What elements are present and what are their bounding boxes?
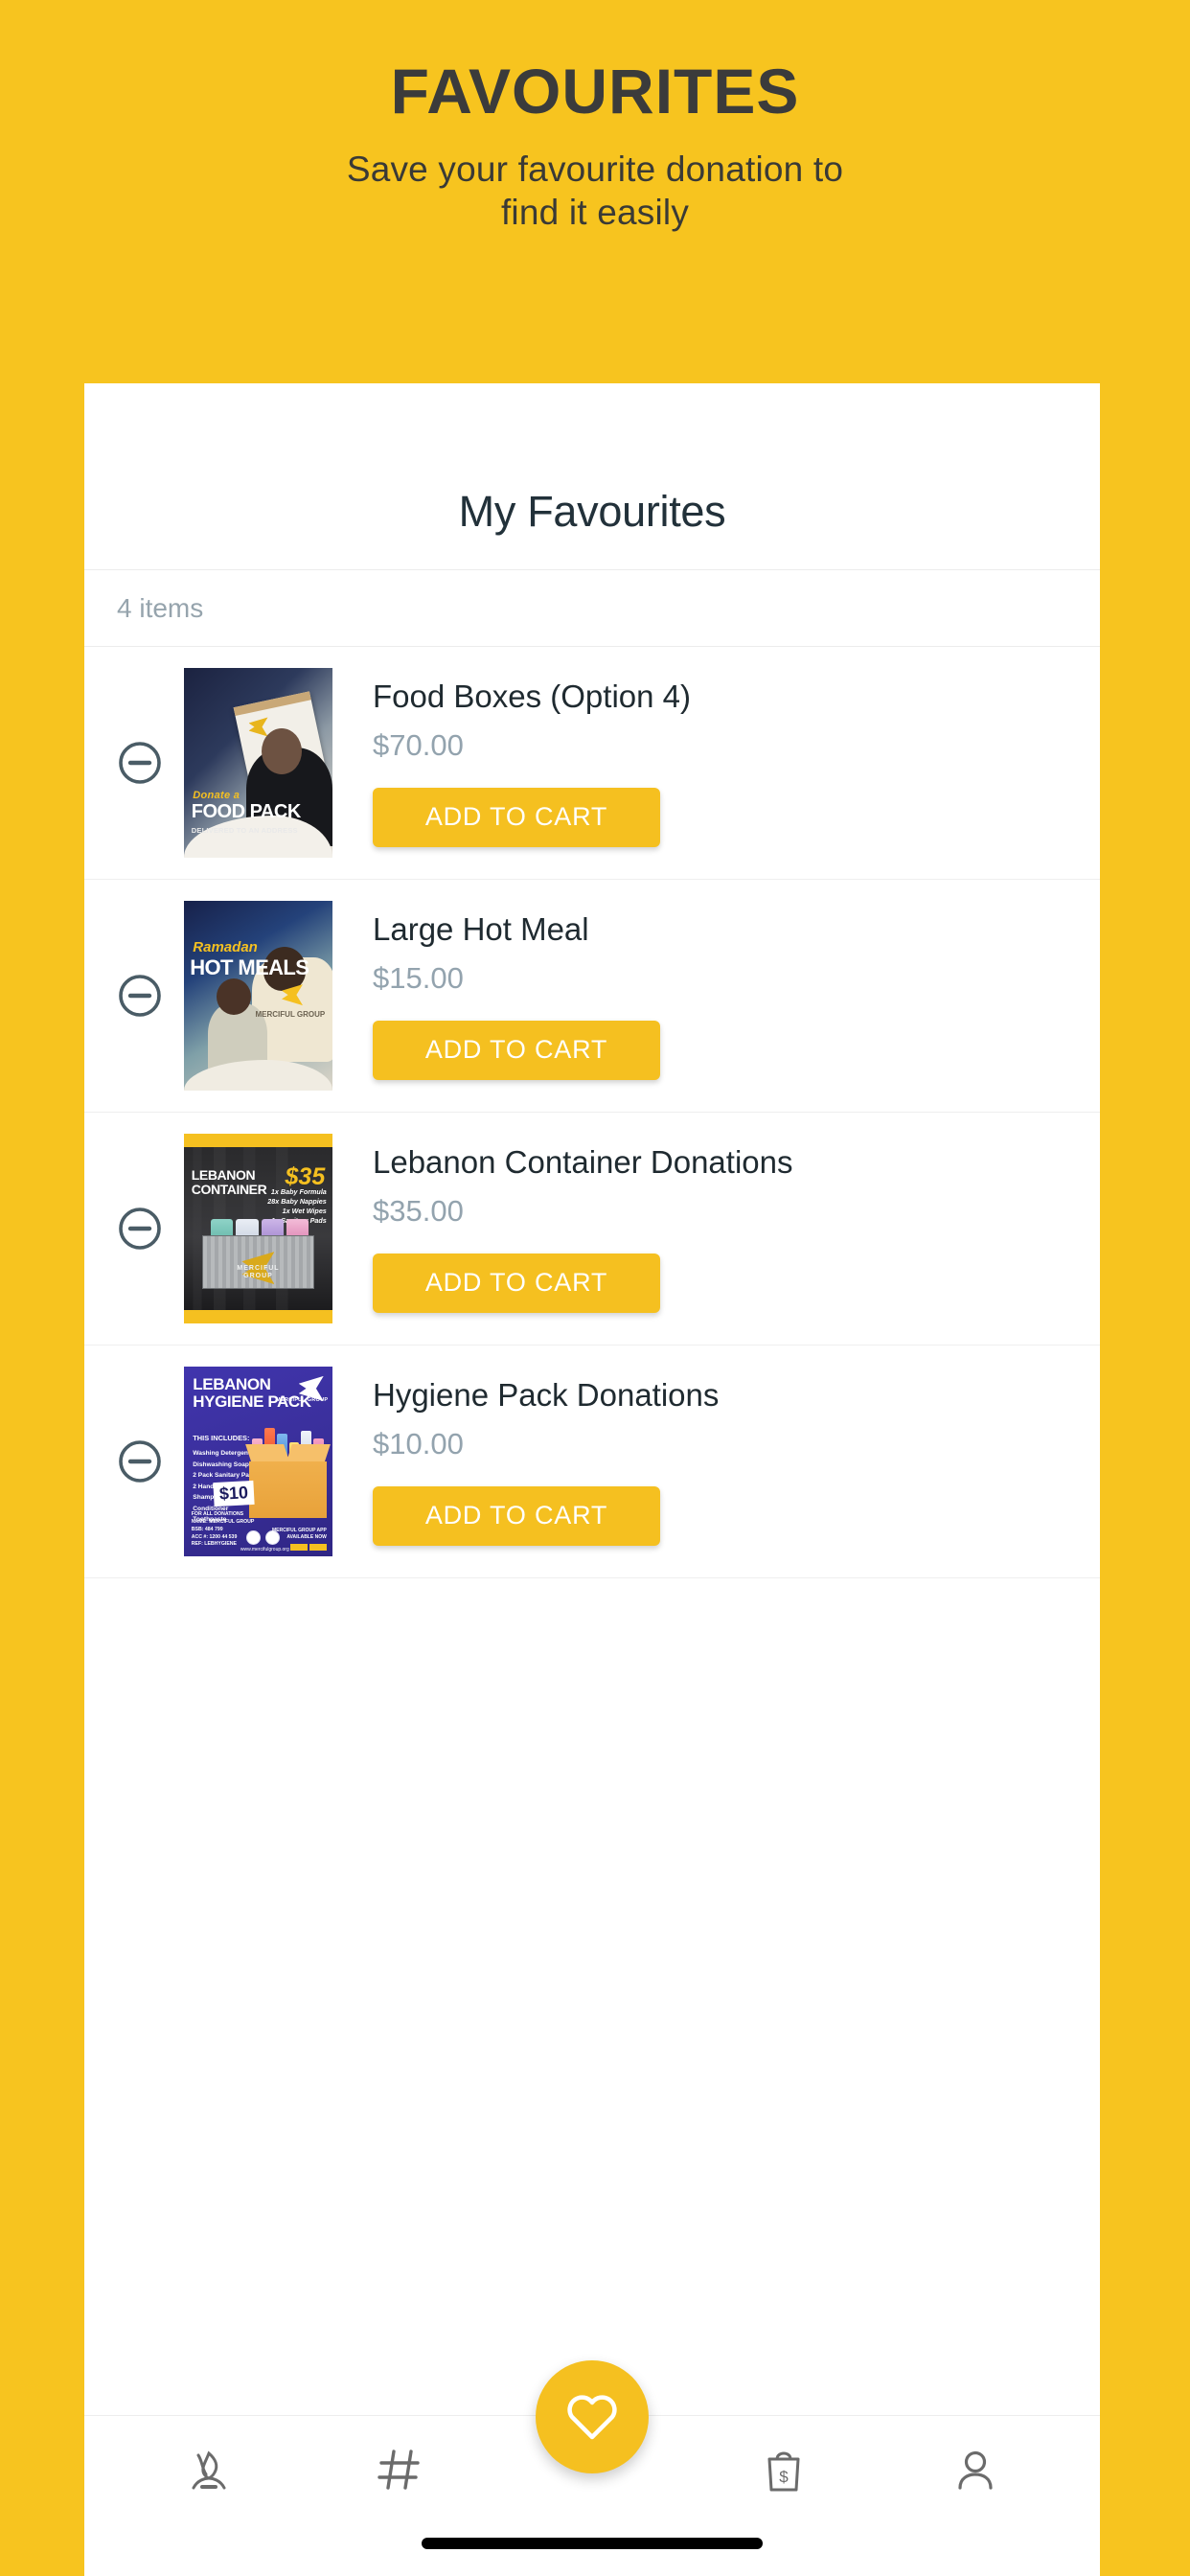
product-info: Lebanon Container Donations $35.00 ADD T… [332,1144,1100,1313]
thumb-caption-1: Donate a [193,789,240,801]
minus-circle-icon [119,1208,161,1250]
minus-circle-icon [119,1440,161,1483]
nav-item-hashtag[interactable] [343,2422,458,2518]
donate-flame-icon [192,2450,226,2490]
favourites-fab-button[interactable] [536,2360,649,2473]
thumb-footer: FOR ALL DONATIONS NAME: MERCIFUL GROUP B… [191,1511,255,1548]
product-price: $35.00 [373,1193,464,1228]
shopping-bag-dollar-icon: $ [767,2451,800,2492]
remove-favourite-button[interactable] [105,740,174,786]
list-item[interactable]: Ramadan HOT MEALS MERCIFUL GROUP Large H… [84,880,1100,1113]
home-indicator [422,2538,763,2549]
list-item[interactable]: LEBANON HYGIENE PACK MERCIFUL GROUP THIS… [84,1346,1100,1578]
product-thumbnail[interactable]: LEBANON HYGIENE PACK MERCIFUL GROUP THIS… [184,1367,332,1556]
card-title: My Favourites [458,487,726,536]
add-to-cart-button[interactable]: ADD TO CART [373,787,660,847]
list-item[interactable]: LEBANON CONTAINER $35 1x Baby Formula 28… [84,1113,1100,1346]
product-price: $10.00 [373,1426,464,1460]
heart-icon [567,2395,617,2440]
add-to-cart-button[interactable]: ADD TO CART [373,1253,660,1313]
product-title: Lebanon Container Donations [373,1144,793,1181]
remove-favourite-button[interactable] [105,1438,174,1484]
hashtag-icon [378,2450,420,2490]
product-thumbnail[interactable]: Ramadan HOT MEALS MERCIFUL GROUP [184,901,332,1091]
page-subtitle: Save your favourite donation to find it … [346,150,844,233]
item-count-bar: 4 items [84,570,1100,647]
product-thumbnail[interactable]: Donate a FOOD PACK DELIVERED TO AN ADDRE… [184,668,332,858]
thumb-caption-3: DELIVERED TO AN ADDRESS [191,826,298,836]
person-icon [958,2450,993,2490]
page-title: FAVOURITES [390,56,800,126]
nav-item-cart[interactable]: $ [726,2422,841,2518]
thumb-price-badge: $10 [213,1480,255,1506]
thumb-caption-2: FOOD PACK [191,801,302,823]
thumb-brand: MERCIFUL GROUP [237,1264,280,1280]
product-info: Large Hot Meal $15.00 ADD TO CART [332,911,1100,1080]
nav-item-donate[interactable] [151,2422,266,2518]
bottom-navigation: $ [84,2360,1100,2576]
nav-item-profile[interactable] [918,2422,1033,2518]
thumb-caption-3: MERCIFUL GROUP [255,1009,326,1019]
thumb-app-note: MERCIFUL GROUP APP AVAILABLE NOW [271,1528,327,1541]
thumb-caption-1: Ramadan [193,938,258,955]
card-header: My Favourites [84,383,1100,570]
favourites-list: Donate a FOOD PACK DELIVERED TO AN ADDRE… [84,647,1100,2415]
product-price: $15.00 [373,960,464,995]
minus-circle-icon [119,975,161,1017]
product-title: Large Hot Meal [373,911,589,948]
product-info: Hygiene Pack Donations $10.00 ADD TO CAR… [332,1377,1100,1546]
product-thumbnail[interactable]: LEBANON CONTAINER $35 1x Baby Formula 28… [184,1134,332,1323]
remove-favourite-button[interactable] [105,1206,174,1252]
add-to-cart-button[interactable]: ADD TO CART [373,1485,660,1546]
svg-text:$: $ [779,2468,789,2486]
favourites-card: My Favourites 4 items Donate a FOOD PACK… [84,383,1100,2576]
hero-header: FAVOURITES Save your favourite donation … [0,0,1190,234]
list-item[interactable]: Donate a FOOD PACK DELIVERED TO AN ADDRE… [84,647,1100,880]
product-info: Food Boxes (Option 4) $70.00 ADD TO CART [332,678,1100,847]
thumb-brand: MERCIFUL GROUP [276,1396,329,1403]
product-title: Hygiene Pack Donations [373,1377,720,1414]
product-title: Food Boxes (Option 4) [373,678,691,715]
thumb-caption-2: HOT MEALS [190,955,309,980]
product-price: $70.00 [373,727,464,762]
remove-favourite-button[interactable] [105,973,174,1019]
thumb-url: www.mercifulgroup.org [240,1547,289,1553]
item-count-label: 4 items [117,592,204,623]
add-to-cart-button[interactable]: ADD TO CART [373,1020,660,1080]
favourites-screen: FAVOURITES Save your favourite donation … [0,0,1190,2576]
minus-circle-icon [119,742,161,784]
